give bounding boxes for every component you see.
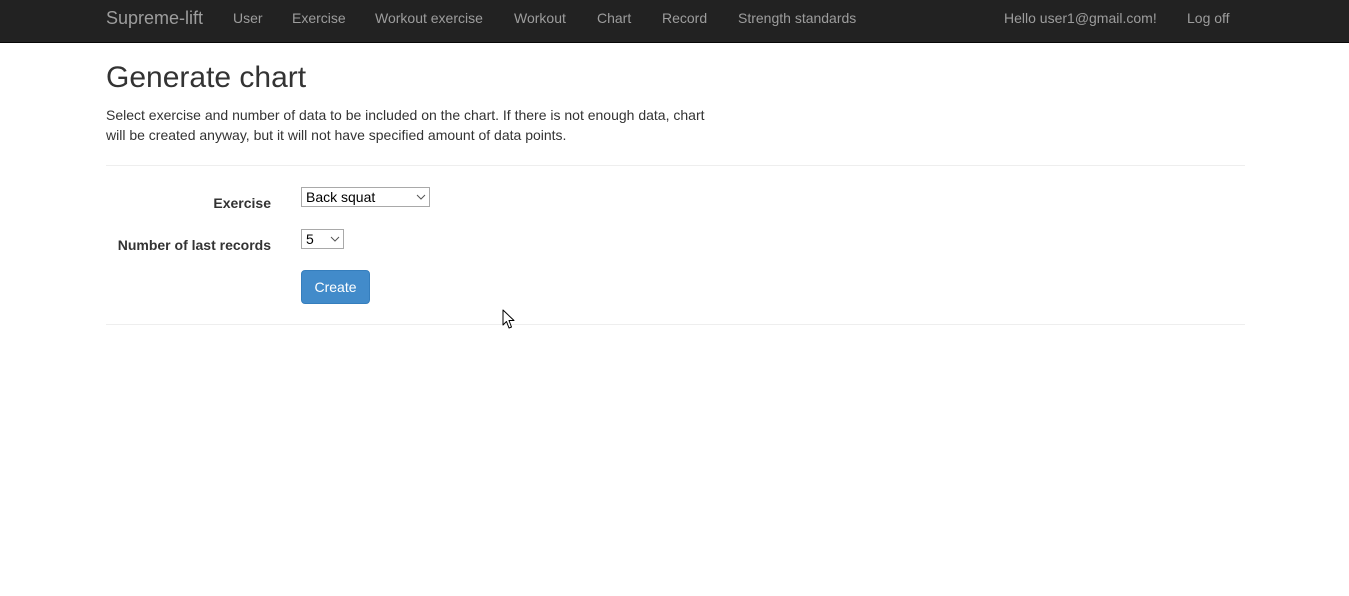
user-greeting-link[interactable]: Hello user1@gmail.com! (1004, 0, 1157, 36)
page-title: Generate chart (106, 61, 307, 94)
nav-item-workout-exercise[interactable]: Workout exercise (375, 0, 483, 36)
chevron-down-icon (416, 194, 426, 200)
brand-link[interactable]: Supreme-lift (106, 0, 203, 36)
exercise-label: Exercise (213, 195, 271, 211)
records-select-value: 5 (306, 231, 314, 247)
divider-bottom (106, 324, 1245, 325)
nav-item-user[interactable]: User (233, 0, 263, 36)
nav-item-strength-standards[interactable]: Strength standards (738, 0, 856, 36)
exercise-select-value: Back squat (306, 189, 376, 205)
nav-item-workout[interactable]: Workout (514, 0, 566, 36)
nav-item-exercise[interactable]: Exercise (292, 0, 346, 36)
records-select[interactable]: 5 (301, 229, 344, 249)
page-intro: Select exercise and number of data to be… (106, 107, 705, 143)
navbar: Supreme-lift User Exercise Workout exerc… (0, 0, 1349, 43)
mouse-pointer-icon (502, 309, 515, 329)
divider-top (106, 165, 1245, 166)
nav-item-record[interactable]: Record (662, 0, 707, 36)
log-off-link[interactable]: Log off (1187, 0, 1230, 36)
exercise-select[interactable]: Back squat (301, 187, 430, 207)
chevron-down-icon (330, 236, 340, 242)
records-label: Number of last records (117, 237, 271, 253)
nav-item-chart[interactable]: Chart (597, 0, 631, 36)
create-button[interactable]: Create (301, 270, 370, 304)
